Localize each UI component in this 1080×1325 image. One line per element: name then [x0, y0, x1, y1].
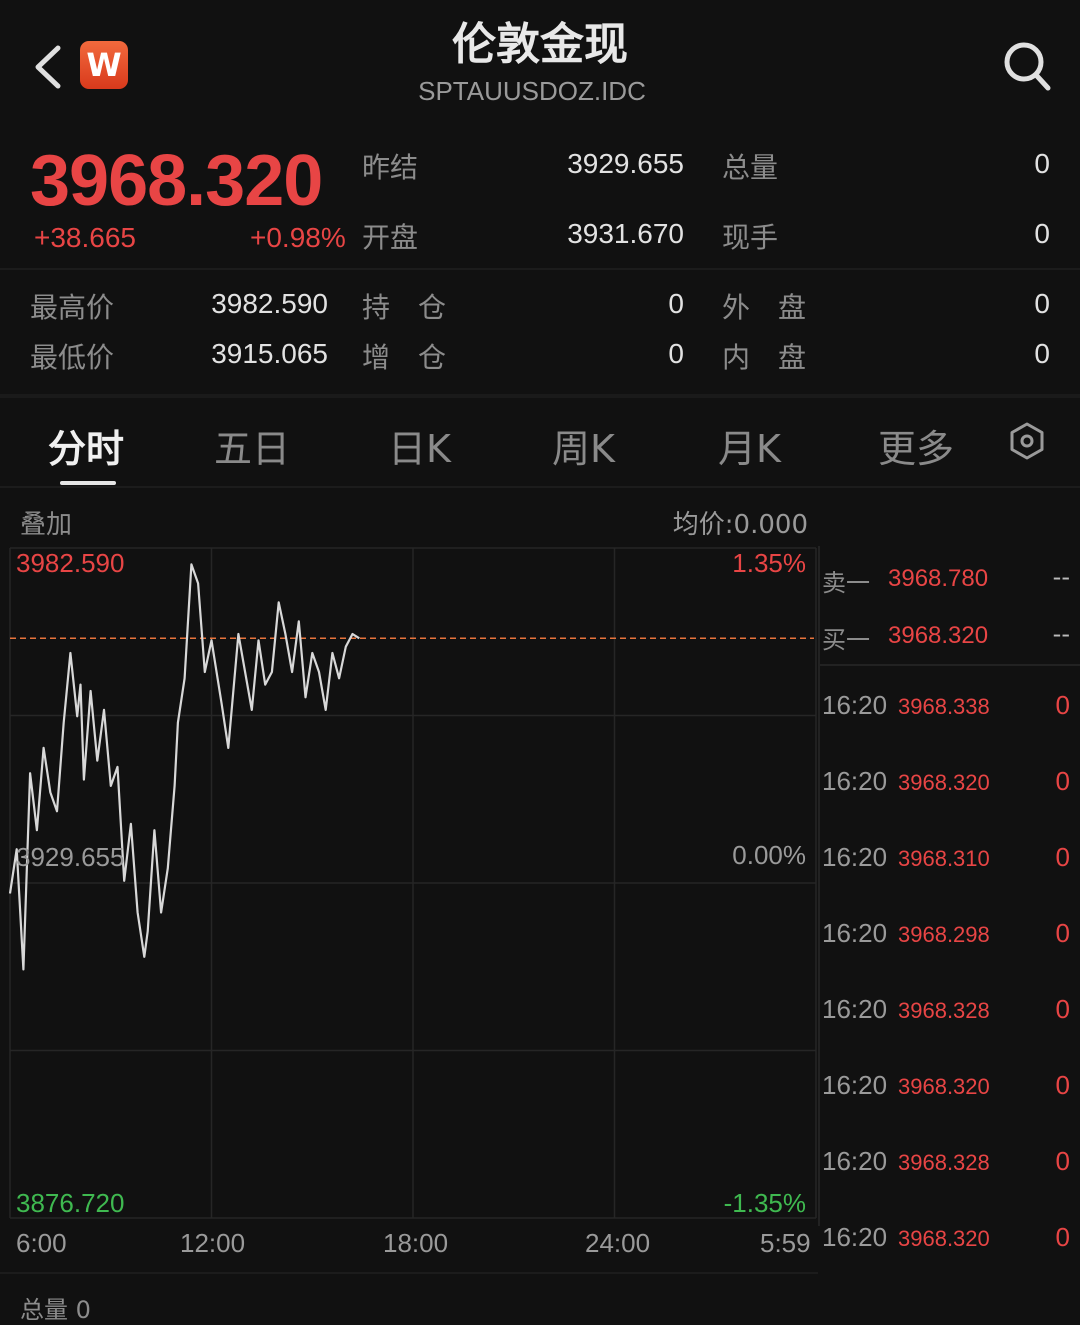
ask-volume: --: [1052, 563, 1070, 591]
time-axis-label: 18:00: [383, 1228, 449, 1258]
tick-time: 16:20: [822, 994, 888, 1024]
outer-volume-value: 0: [1034, 288, 1050, 319]
tick-volume: 0: [1055, 690, 1070, 720]
axis-ref-percent: 0.00%: [732, 840, 806, 870]
tick-price: 3968.328: [898, 998, 990, 1023]
tab-more[interactable]: 更多: [878, 418, 954, 473]
tick-price: 3968.320: [898, 1226, 990, 1251]
panel-divider: [818, 546, 820, 1226]
tick-price: 3968.320: [898, 770, 990, 795]
current-lot-label: 现手: [722, 221, 779, 254]
price-change-percent: +0.98%: [250, 222, 346, 253]
tick-volume: 0: [1055, 766, 1070, 796]
section-divider: [0, 394, 1080, 398]
tick-price: 3968.328: [898, 1150, 990, 1175]
bid-volume: --: [1052, 620, 1070, 648]
inner-volume-value: 0: [1034, 338, 1050, 369]
axis-high-percent: 1.35%: [732, 548, 806, 578]
intraday-chart[interactable]: [0, 540, 818, 1220]
tick-price: 3968.310: [898, 846, 990, 871]
page-title: 伦敦金现: [452, 19, 628, 70]
tick-volume: 0: [1055, 994, 1070, 1024]
tick-price: 3968.320: [898, 1074, 990, 1099]
tick-volume: 0: [1055, 1146, 1070, 1176]
tab-intraday[interactable]: 分时: [48, 418, 124, 473]
chart-grid: [9, 547, 817, 1219]
divider: [0, 486, 1080, 488]
ask-price: 3968.780: [888, 565, 989, 592]
total-volume-label: 总量: [722, 151, 779, 184]
low-label: 最低价: [30, 341, 115, 374]
volume-footer: 总量 0: [20, 1296, 91, 1324]
tick-time: 16:20: [822, 918, 888, 948]
high-label: 最高价: [30, 291, 115, 324]
axis-ref-price: 3929.655: [16, 842, 125, 872]
tick-time: 16:20: [822, 1070, 888, 1100]
symbol-code: SPTAUUSDOZ.IDC: [418, 76, 646, 106]
oi-change-value: 0: [668, 338, 684, 369]
total-volume-value: 0: [1034, 148, 1050, 179]
axis-low-price: 3876.720: [16, 1188, 125, 1218]
prev-settle-label: 昨结: [362, 151, 419, 184]
low-value: 3915.065: [211, 338, 328, 369]
time-axis-label: 5:59: [760, 1228, 811, 1258]
ask-label: 卖一: [822, 569, 870, 597]
tick-price: 3968.338: [898, 694, 990, 719]
current-lot-value: 0: [1034, 218, 1050, 249]
time-axis-label: 24:00: [585, 1228, 651, 1258]
tick-volume: 0: [1055, 918, 1070, 948]
avg-price-label: 均价:0.000: [672, 510, 808, 540]
time-axis-label: 12:00: [180, 1228, 246, 1258]
tab-weekly-k[interactable]: 周K: [552, 418, 615, 473]
outer-volume-label: 外 盘: [722, 291, 807, 324]
divider: [0, 1272, 818, 1274]
divider: [820, 664, 1080, 666]
open-interest-value: 0: [668, 288, 684, 319]
tab-five-day[interactable]: 五日: [214, 418, 290, 473]
high-value: 3982.590: [211, 288, 328, 319]
oi-change-label: 增 仓: [362, 341, 447, 374]
divider: [0, 268, 1080, 270]
active-tab-indicator: [60, 481, 116, 485]
bid-label: 买一: [822, 626, 870, 654]
tick-volume: 0: [1055, 842, 1070, 872]
axis-low-percent: -1.35%: [723, 1188, 806, 1218]
search-icon[interactable]: [1002, 40, 1052, 92]
price-change: +38.665: [34, 222, 136, 253]
open-label: 开盘: [362, 221, 419, 254]
tick-time: 16:20: [822, 1222, 888, 1252]
tab-daily-k[interactable]: 日K: [388, 418, 451, 473]
tick-time: 16:20: [822, 842, 888, 872]
time-axis-label: 6:00: [16, 1228, 67, 1258]
axis-high-price: 3982.590: [16, 548, 125, 578]
tab-monthly-k[interactable]: 月K: [718, 418, 781, 473]
last-price: 3968.320: [30, 141, 323, 221]
tick-time: 16:20: [822, 1146, 888, 1176]
bid-price: 3968.320: [888, 622, 989, 649]
tick-price: 3968.298: [898, 922, 990, 947]
price-series-line: [8, 563, 360, 971]
open-interest-label: 持 仓: [362, 291, 447, 324]
tick-time: 16:20: [822, 766, 888, 796]
prev-settle-value: 3929.655: [567, 148, 684, 179]
overlay-button[interactable]: 叠加: [20, 504, 72, 541]
tick-volume: 0: [1055, 1222, 1070, 1252]
tick-time: 16:20: [822, 690, 888, 720]
open-value: 3931.670: [567, 218, 684, 249]
settings-icon[interactable]: [1008, 422, 1046, 460]
tick-volume: 0: [1055, 1070, 1070, 1100]
inner-volume-label: 内 盘: [722, 341, 807, 374]
